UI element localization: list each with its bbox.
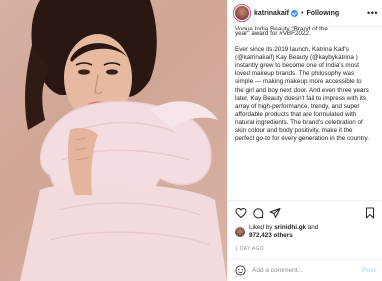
post-comment-button[interactable]: Post (362, 267, 376, 274)
post-header: katrinakaif • Following ••• (228, 0, 382, 27)
post-photo[interactable] (0, 0, 227, 281)
caption-paragraph: Ever since its 2019 launch, Katrina Kaif… (235, 46, 369, 143)
username[interactable]: katrinakaif (254, 10, 289, 17)
comment-bar: Add a comment... Post (228, 259, 382, 281)
post-side-panel: katrinakaif • Following ••• Vogue India … (227, 0, 382, 281)
liked-by-prefix: Liked by (249, 224, 275, 231)
bookmark-icon[interactable] (364, 207, 376, 219)
following-button[interactable]: Following (306, 10, 339, 17)
comment-icon[interactable] (252, 207, 264, 219)
comment-input[interactable]: Add a comment... (252, 267, 303, 274)
post-caption: Vogue India Beauty "Brand of the year" a… (235, 26, 371, 143)
likes-count[interactable]: 972,423 others (249, 232, 293, 239)
liked-by-and: and (306, 224, 319, 231)
verified-badge-icon (291, 9, 299, 17)
post-actions: Liked by srinidhi.gk and 972,423 others … (228, 200, 382, 252)
caption-first-line: year" award for #VBF2022. (235, 30, 311, 37)
liked-by-user[interactable]: srinidhi.gk (274, 224, 306, 231)
heart-icon[interactable] (235, 207, 247, 219)
likes-row: Liked by srinidhi.gk and 972,423 others (235, 224, 376, 240)
photo-illustration (20, 0, 227, 281)
instagram-post: katrinakaif • Following ••• Vogue India … (0, 0, 382, 281)
avatar[interactable] (235, 6, 249, 20)
likes-text: Liked by srinidhi.gk and 972,423 others (249, 224, 318, 240)
post-timestamp[interactable]: 1 DAY AGO (235, 246, 376, 252)
liker-avatar[interactable] (235, 227, 245, 237)
more-options-icon[interactable]: ••• (367, 8, 378, 18)
separator: • (301, 9, 304, 17)
share-icon[interactable] (269, 207, 281, 219)
emoji-icon[interactable] (235, 265, 246, 276)
action-icons (235, 206, 376, 220)
